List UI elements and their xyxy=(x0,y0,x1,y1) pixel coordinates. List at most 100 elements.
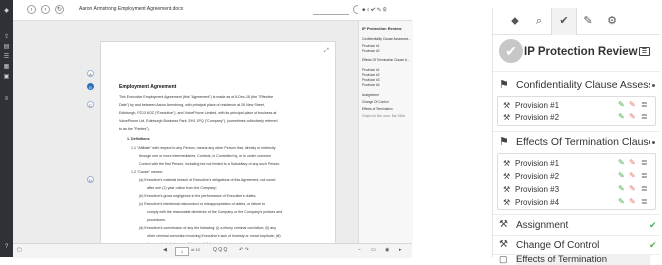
mini-row[interactable]: Provision #2 xyxy=(362,49,380,53)
reject-icon[interactable]: ✎ xyxy=(629,197,636,206)
provision-item[interactable]: ⚒ Provision #3 ✎ ✎ ≣ xyxy=(498,184,655,196)
review-sidebar: ⬥ ⌕ ✔ ✎ ⚙ ✔ IP Protection Review ☰ ⚑ Con… xyxy=(492,8,660,265)
documents-icon[interactable]: ▤ xyxy=(3,44,10,50)
gutter-node[interactable]: B xyxy=(87,83,94,90)
item-assignment[interactable]: ⚒ Assignment ✔ xyxy=(493,217,660,235)
provision-item[interactable]: ⚒ Provision #2 ✎ ✎ ≣ xyxy=(498,112,655,124)
notes-icon[interactable]: ≣ xyxy=(641,158,648,167)
document-icon: ▢ xyxy=(499,254,508,264)
section-confidentiality[interactable]: ⚑ Confidentiality Clause Assessme... xyxy=(493,76,660,94)
user-menu-icon[interactable]: ◉ xyxy=(385,247,389,253)
minus-icon[interactable]: − xyxy=(358,247,361,253)
mini-review-panel: IP Protection Review Confidentiality Cla… xyxy=(358,21,413,243)
mini-row[interactable]: Provision #3 xyxy=(362,78,380,82)
provision-label: Provision #2 xyxy=(515,172,560,181)
item-change-of-control[interactable]: ⚒ Change Of Control ✔ xyxy=(493,237,660,255)
comment-icon[interactable]: ▭ xyxy=(371,247,376,253)
topbar-input[interactable] xyxy=(313,5,349,15)
mini-row[interactable]: Provision #4 xyxy=(362,83,380,87)
approve-icon[interactable]: ✎ xyxy=(618,184,625,193)
undo-redo[interactable]: ↶ ↷ xyxy=(239,247,249,253)
provision-item[interactable]: ⚒ Provision #2 ✎ ✎ ≣ xyxy=(498,171,655,183)
list-icon[interactable]: ≡ xyxy=(3,96,10,102)
document-line: This Executive Employment Agreement (thi… xyxy=(119,95,274,99)
document-topbar: ‹ › ↻ Aaron Armstrong Employment Agreeme… xyxy=(13,0,412,21)
more-icon[interactable]: ▸ xyxy=(399,247,402,253)
mini-row[interactable]: Provision #1 xyxy=(362,68,380,72)
check-icon[interactable]: ✔ xyxy=(551,8,577,35)
notes-icon[interactable]: ≣ xyxy=(641,197,648,206)
page-number-input[interactable]: 1 xyxy=(175,247,189,256)
document-viewer: A B C D ⤢ Employment Agreement This Exec… xyxy=(13,21,358,253)
users-icon[interactable]: ☰ xyxy=(3,54,10,60)
mini-row[interactable]: Provision #1 xyxy=(362,44,380,48)
folder-icon[interactable]: ▣ xyxy=(3,74,10,80)
reject-icon[interactable]: ✎ xyxy=(629,184,636,193)
mini-row[interactable]: Change Of Control xyxy=(362,100,389,104)
mini-row: Subject to Bar none: Bar Skills xyxy=(362,114,406,118)
gutter-node[interactable]: A xyxy=(87,70,94,77)
status-dot-icon xyxy=(652,141,655,144)
reject-icon[interactable]: ✎ xyxy=(629,112,636,121)
approve-icon[interactable]: ✎ xyxy=(618,197,625,206)
provision-label: Provision #1 xyxy=(515,159,560,168)
review-title: IP Protection Review xyxy=(524,46,638,58)
notes-icon[interactable]: ≣ xyxy=(641,100,648,109)
divider xyxy=(493,71,660,72)
divider xyxy=(493,131,660,132)
app-window: ◆ ⇪ ▤ ☰ ▦ ▣ ≡ ? ‹ › ↻ Aaron Armstrong Em… xyxy=(0,0,413,258)
approve-icon[interactable]: ✎ xyxy=(618,158,625,167)
gavel-icon: ⚒ xyxy=(503,101,511,110)
mini-row[interactable]: Confidentiality Clause Assessme... xyxy=(362,37,411,41)
provision-item[interactable]: ⚒ Provision #1 ✎ ✎ ≣ xyxy=(498,100,655,112)
upload-icon[interactable]: ⇪ xyxy=(3,34,10,40)
mini-row[interactable]: Assignment xyxy=(362,93,379,97)
approve-icon[interactable]: ✎ xyxy=(618,112,625,121)
mini-tab-icons[interactable]: ⬥ ⌕ ✔ ✎ ⚙ xyxy=(362,7,387,13)
section-effects-of-termination[interactable]: ⚑ Effects Of Termination Clause A... xyxy=(493,133,660,151)
provision-item[interactable]: ⚒ Provision #1 ✎ ✎ ≣ xyxy=(498,158,655,170)
provision-item[interactable]: ⚒ Provision #4 ✎ ✎ ≣ xyxy=(498,197,655,209)
help-icon[interactable]: ? xyxy=(3,244,10,250)
approve-icon[interactable]: ✎ xyxy=(618,171,625,180)
refresh-icon[interactable]: ↻ xyxy=(55,5,64,14)
document-line: Control with the first Person, including… xyxy=(139,162,281,166)
notes-icon[interactable]: ≣ xyxy=(641,171,648,180)
document-line: 1. Definitions xyxy=(127,137,150,141)
document-line: (b) Executive's gross negligence in the … xyxy=(139,194,257,198)
divider xyxy=(493,214,660,215)
item-label: Assignment xyxy=(516,220,569,231)
settings-icon[interactable]: ⚙ xyxy=(600,8,624,34)
chart-icon[interactable]: ▦ xyxy=(3,64,10,70)
status-dot-icon xyxy=(652,84,655,87)
page-count: of 10 xyxy=(191,247,200,252)
notes-icon[interactable]: ≣ xyxy=(641,184,648,193)
gavel-icon: ⚒ xyxy=(499,239,508,250)
tag-icon[interactable]: ⬥ xyxy=(503,8,527,34)
search-icon[interactable]: ⌕ xyxy=(527,8,551,34)
notes-icon[interactable]: ≣ xyxy=(641,112,648,121)
sidebar-tabs: ⬥ ⌕ ✔ ✎ ⚙ xyxy=(493,8,660,35)
mini-row[interactable]: Provision #2 xyxy=(362,73,380,77)
expand-icon[interactable]: ⤢ xyxy=(324,48,330,54)
forward-icon[interactable]: › xyxy=(41,5,50,14)
gutter-node[interactable]: C xyxy=(87,101,94,108)
page-thumbnail-icon[interactable]: ▢ xyxy=(17,247,22,253)
reject-icon[interactable]: ✎ xyxy=(629,100,636,109)
back-icon[interactable]: ‹ xyxy=(27,5,36,14)
review-menu-icon[interactable]: ☰ xyxy=(639,47,650,56)
mini-review-title: IP Protection Review xyxy=(362,26,402,31)
approve-icon[interactable]: ✎ xyxy=(618,100,625,109)
mini-row[interactable]: Effects Of Termination Clause A... xyxy=(362,58,410,62)
reject-icon[interactable]: ✎ xyxy=(629,158,636,167)
prev-page-icon[interactable]: ◀ xyxy=(163,247,167,253)
gutter-node[interactable]: D xyxy=(87,176,94,183)
mini-row[interactable]: Effects of Termination xyxy=(362,107,393,111)
zoom-controls[interactable]: Q Q Q xyxy=(213,247,227,253)
reject-icon[interactable]: ✎ xyxy=(629,171,636,180)
pen-icon[interactable]: ✎ xyxy=(576,8,600,34)
divider xyxy=(493,235,660,236)
document-line: procedures. xyxy=(147,218,166,222)
document-line: (c) Executive's intentional misconduct o… xyxy=(139,202,266,206)
review-check-icon[interactable]: ✔ xyxy=(499,39,523,63)
